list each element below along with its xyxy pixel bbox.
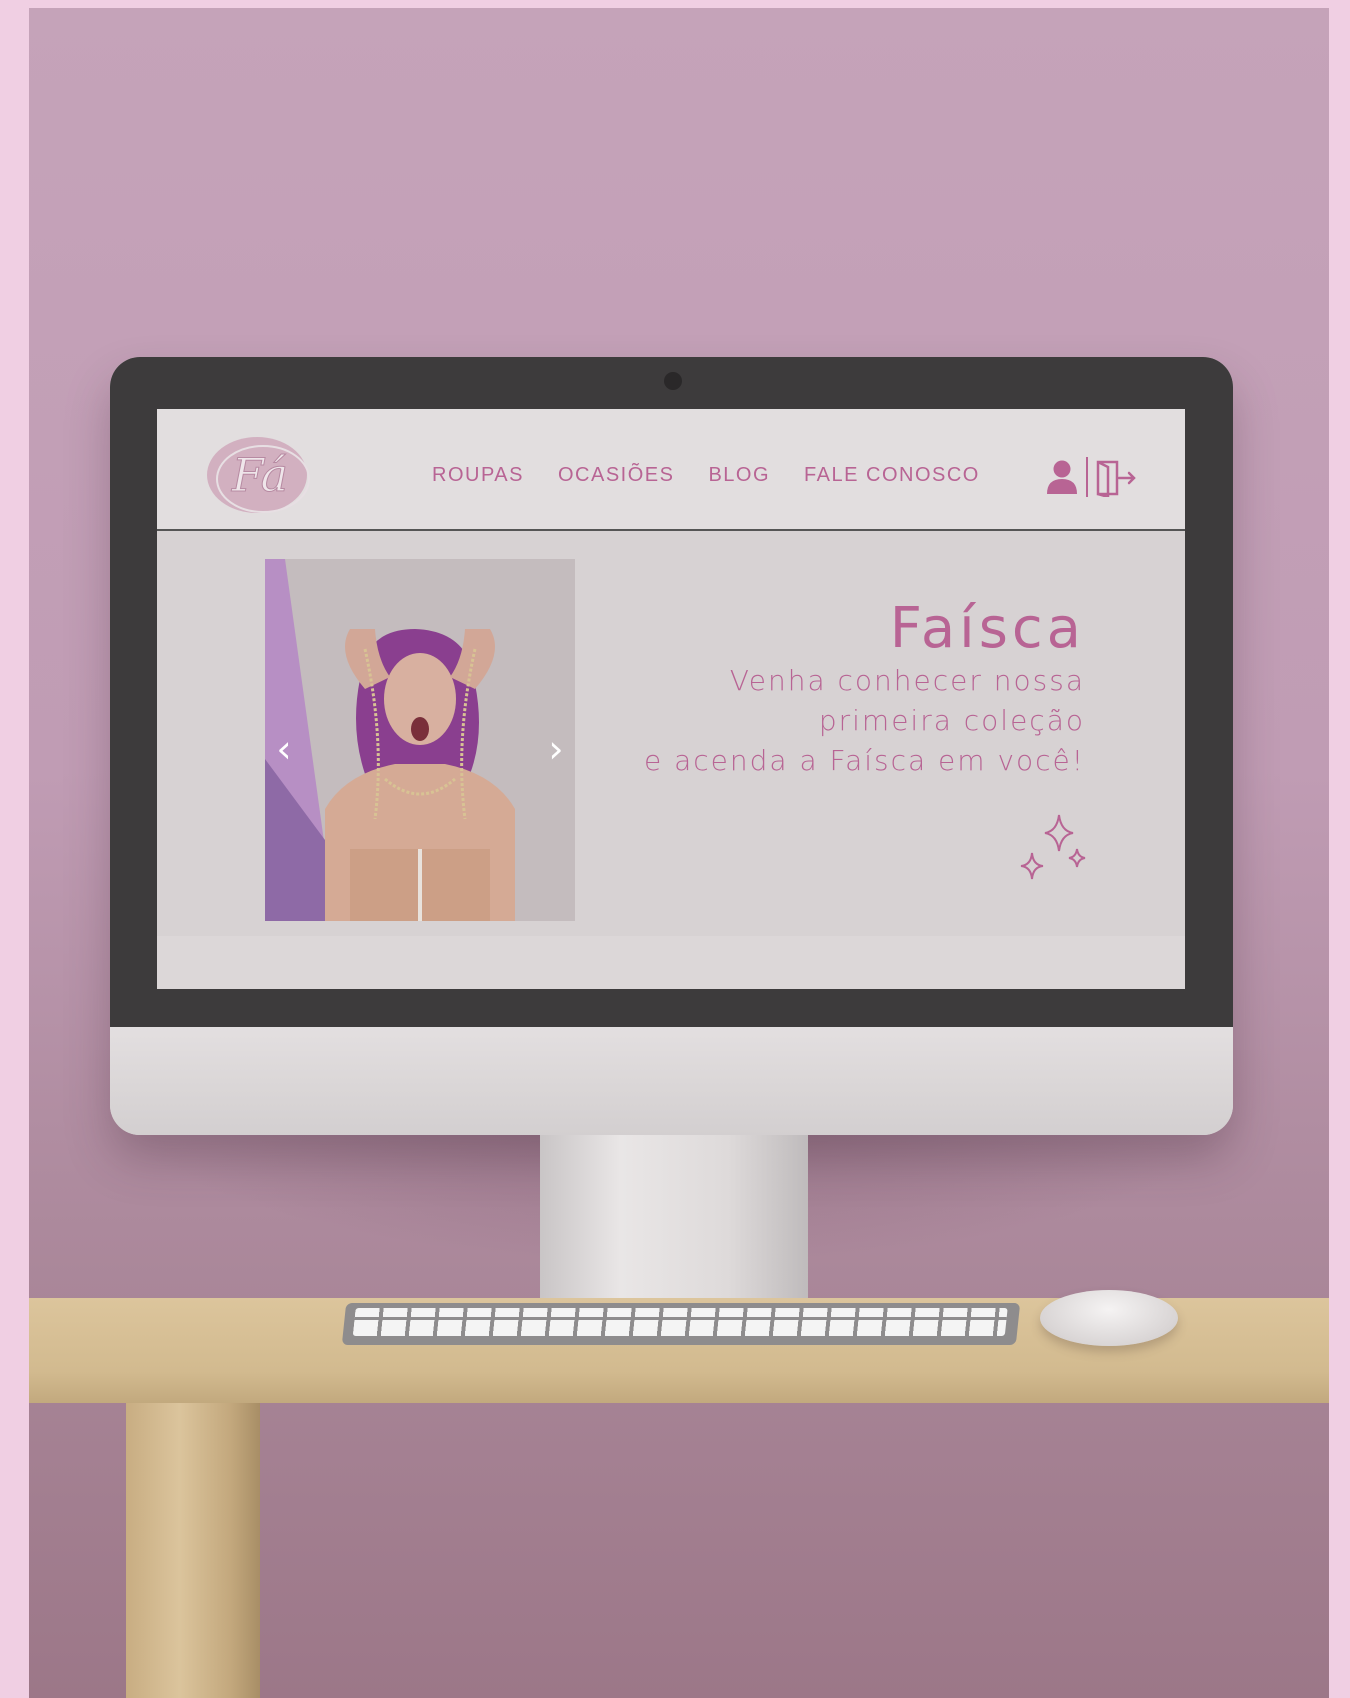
hero-text: Faísca Venha conhecer nossa primeira col…: [644, 597, 1085, 781]
camera-icon: [664, 372, 682, 390]
monitor: Fá ROUPAS OCASIÕES BLOG FALE CONOSCO ‹ ›…: [110, 357, 1233, 1135]
logout-icon[interactable]: [1095, 459, 1137, 497]
website-screen: Fá ROUPAS OCASIÕES BLOG FALE CONOSCO ‹ ›…: [157, 409, 1185, 989]
nav-item-fale-conosco[interactable]: FALE CONOSCO: [804, 464, 980, 487]
desk-leg: [126, 1403, 260, 1698]
monitor-stand: [540, 1135, 808, 1300]
monitor-chin: [110, 1027, 1233, 1135]
icon-divider: [1086, 457, 1088, 497]
sparkles-icon: [1020, 814, 1086, 880]
nav-item-blog[interactable]: BLOG: [708, 464, 770, 487]
main-nav: ROUPAS OCASIÕES BLOG FALE CONOSCO: [432, 464, 980, 487]
nav-item-ocasioes[interactable]: OCASIÕES: [558, 464, 674, 487]
carousel-next-button[interactable]: ›: [543, 729, 569, 769]
carousel-prev-button[interactable]: ‹: [271, 729, 297, 769]
nav-item-roupas[interactable]: ROUPAS: [432, 464, 524, 487]
keyboard: [341, 1303, 1021, 1345]
user-icon[interactable]: [1045, 459, 1079, 495]
hero-subtitle-line-3: e acenda a Faísca em você!: [643, 744, 1085, 777]
hero-subtitle-line-2: primeira coleção: [818, 704, 1085, 737]
hero-title: Faísca: [889, 596, 1085, 661]
keyboard-keys: [352, 1308, 1008, 1336]
site-header: Fá ROUPAS OCASIÕES BLOG FALE CONOSCO: [157, 409, 1185, 531]
hero-subtitle-line-1: Venha conhecer nossa: [729, 664, 1085, 697]
logo[interactable]: Fá: [205, 433, 315, 517]
footer-strip: [157, 936, 1185, 989]
hero-section: ‹ › Faísca Venha conhecer nossa primeira…: [157, 531, 1185, 938]
mouse: [1040, 1290, 1178, 1346]
model-photo: [265, 559, 575, 921]
photo-carousel[interactable]: ‹ ›: [265, 559, 575, 921]
logo-text: Fá: [231, 448, 288, 502]
